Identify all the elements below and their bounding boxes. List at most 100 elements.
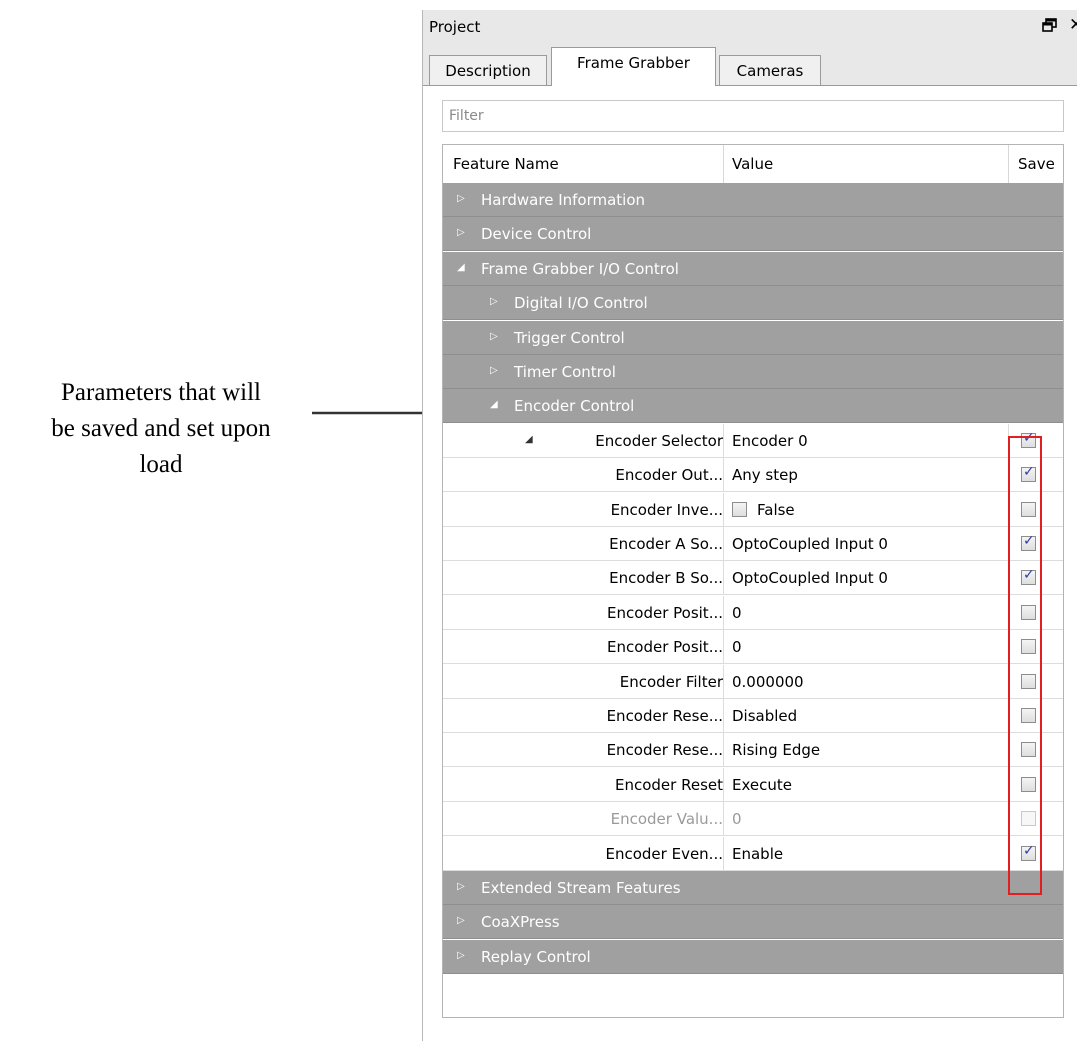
filter-input[interactable] (442, 100, 1064, 132)
feature-value[interactable]: False (757, 501, 795, 519)
feature-name: Encoder Reset (615, 775, 723, 794)
feature-value[interactable]: Enable (732, 845, 783, 863)
feature-row[interactable]: Encoder Valu... 0 (443, 802, 1063, 837)
save-checkbox[interactable] (1021, 501, 1036, 517)
feature-row[interactable]: Encoder Filter 0.000000 (443, 664, 1063, 699)
annotation-line-3: load (139, 451, 183, 478)
cell-divider (723, 767, 724, 802)
save-checkbox[interactable] (1021, 843, 1036, 861)
feature-row[interactable]: Encoder B So... OptoCoupled Input 0 (443, 561, 1063, 596)
feature-value[interactable]: 0 (732, 638, 742, 656)
category-label: Extended Stream Features (481, 879, 681, 897)
feature-row[interactable]: Encoder Reset Execute (443, 767, 1063, 802)
tab-frame-grabber[interactable]: Frame Grabber (551, 47, 716, 86)
expand-arrow-icon[interactable]: ▷ (457, 193, 465, 204)
save-checkbox[interactable] (1021, 533, 1036, 551)
collapse-arrow-icon[interactable]: ◢ (525, 434, 533, 445)
feature-name: Encoder Rese... (606, 707, 723, 725)
feature-name: Encoder Posit... (607, 638, 723, 657)
category-label: Device Control (481, 225, 592, 244)
feature-value[interactable]: Any step (732, 466, 798, 484)
save-checkbox[interactable] (1021, 776, 1036, 792)
column-header-feature-name[interactable]: Feature Name (453, 155, 559, 173)
expand-arrow-icon[interactable]: ▷ (490, 296, 498, 307)
expand-arrow-icon[interactable]: ▷ (457, 950, 465, 961)
expand-arrow-icon[interactable]: ▷ (457, 227, 465, 238)
save-checkbox[interactable] (1021, 708, 1036, 723)
save-checkbox[interactable] (1021, 430, 1036, 448)
cell-divider (1008, 767, 1009, 802)
feature-grid: Feature Name Value Save ▷ Hardware Inform… (442, 144, 1064, 1018)
expand-arrow-icon[interactable]: ▷ (457, 915, 465, 926)
category-row[interactable]: ▷ Hardware Information (443, 183, 1063, 217)
feature-row[interactable]: Encoder Posit... 0 (443, 595, 1063, 630)
collapse-arrow-icon[interactable]: ◢ (457, 262, 465, 273)
tab-description[interactable]: Description (429, 55, 547, 85)
column-divider[interactable] (723, 145, 724, 183)
feature-row[interactable]: ◢ Encoder Selector Encoder 0 (443, 423, 1063, 458)
category-label: Digital I/O Control (514, 294, 648, 313)
cell-divider (1008, 836, 1009, 871)
expand-arrow-icon[interactable]: ▷ (490, 365, 498, 376)
feature-name: Encoder Valu... (610, 810, 723, 829)
cell-divider (723, 664, 724, 699)
cell-divider (1008, 561, 1009, 596)
category-label: Frame Grabber I/O Control (481, 259, 679, 278)
category-row[interactable]: ◢ Encoder Control (443, 389, 1063, 424)
panel-title: Project (429, 18, 481, 36)
feature-name: Encoder A So... (609, 535, 723, 553)
feature-name: Encoder Rese... (606, 741, 723, 760)
restore-window-icon[interactable] (1041, 16, 1059, 34)
save-checkbox[interactable] (1021, 639, 1036, 655)
feature-row[interactable]: Encoder Even... Enable (443, 836, 1063, 871)
feature-name: Encoder Posit... (607, 603, 723, 622)
feature-row[interactable]: Encoder Inve... False (443, 492, 1063, 527)
save-checkbox[interactable] (1021, 464, 1036, 483)
feature-row[interactable]: Encoder Posit... 0 (443, 630, 1063, 665)
expand-arrow-icon[interactable]: ▷ (457, 881, 465, 892)
collapse-arrow-icon[interactable]: ◢ (490, 399, 498, 410)
grid-header: Feature Name Value Save (443, 145, 1063, 184)
feature-value[interactable]: OptoCoupled Input 0 (732, 569, 888, 587)
cell-divider (723, 836, 724, 871)
column-header-value[interactable]: Value (732, 155, 773, 173)
project-panel: Project ✕ Description Cameras Frame Grab… (422, 10, 1077, 1041)
feature-value[interactable]: Rising Edge (732, 741, 820, 759)
save-checkbox[interactable] (1021, 567, 1036, 586)
feature-row[interactable]: Encoder Rese... Rising Edge (443, 733, 1063, 768)
feature-value[interactable]: 0.000000 (732, 673, 804, 691)
feature-name: Encoder Even... (605, 844, 724, 863)
category-row[interactable]: ▷ Digital I/O Control (443, 286, 1063, 321)
column-divider[interactable] (1008, 145, 1009, 183)
annotation-text: Parameters that will be saved and set up… (0, 375, 322, 483)
cell-divider (723, 802, 724, 837)
close-icon[interactable]: ✕ (1069, 15, 1077, 35)
save-checkbox[interactable] (1021, 604, 1036, 620)
cell-divider (723, 492, 724, 527)
column-header-save[interactable]: Save (1018, 155, 1055, 173)
save-checkbox[interactable] (1021, 742, 1036, 758)
feature-value[interactable]: OptoCoupled Input 0 (732, 535, 888, 553)
feature-value[interactable]: 0 (732, 604, 742, 622)
feature-row[interactable]: Encoder A So... OptoCoupled Input 0 (443, 527, 1063, 561)
category-row[interactable]: ▷ Timer Control (443, 355, 1063, 389)
value-checkbox[interactable] (732, 501, 747, 517)
feature-value[interactable]: Disabled (732, 707, 797, 725)
category-row[interactable]: ▷ Extended Stream Features (443, 871, 1063, 905)
expand-arrow-icon[interactable]: ▷ (490, 331, 498, 342)
category-row[interactable]: ◢ Frame Grabber I/O Control (443, 251, 1063, 286)
feature-value[interactable]: Encoder 0 (732, 432, 808, 450)
category-label: Replay Control (481, 947, 591, 966)
category-row[interactable]: ▷ Replay Control (443, 939, 1063, 974)
feature-row[interactable]: Encoder Rese... Disabled (443, 699, 1063, 733)
feature-value[interactable]: 0 (732, 810, 742, 828)
category-row[interactable]: ▷ Trigger Control (443, 320, 1063, 355)
category-row[interactable]: ▷ CoaXPress (443, 905, 1063, 940)
feature-row[interactable]: Encoder Out... Any step (443, 458, 1063, 493)
category-row[interactable]: ▷ Device Control (443, 217, 1063, 252)
save-checkbox[interactable] (1021, 673, 1036, 689)
tab-cameras[interactable]: Cameras (719, 55, 821, 85)
feature-name: Encoder Out... (615, 466, 723, 485)
category-label: Hardware Information (481, 191, 646, 209)
feature-value[interactable]: Execute (732, 776, 792, 794)
